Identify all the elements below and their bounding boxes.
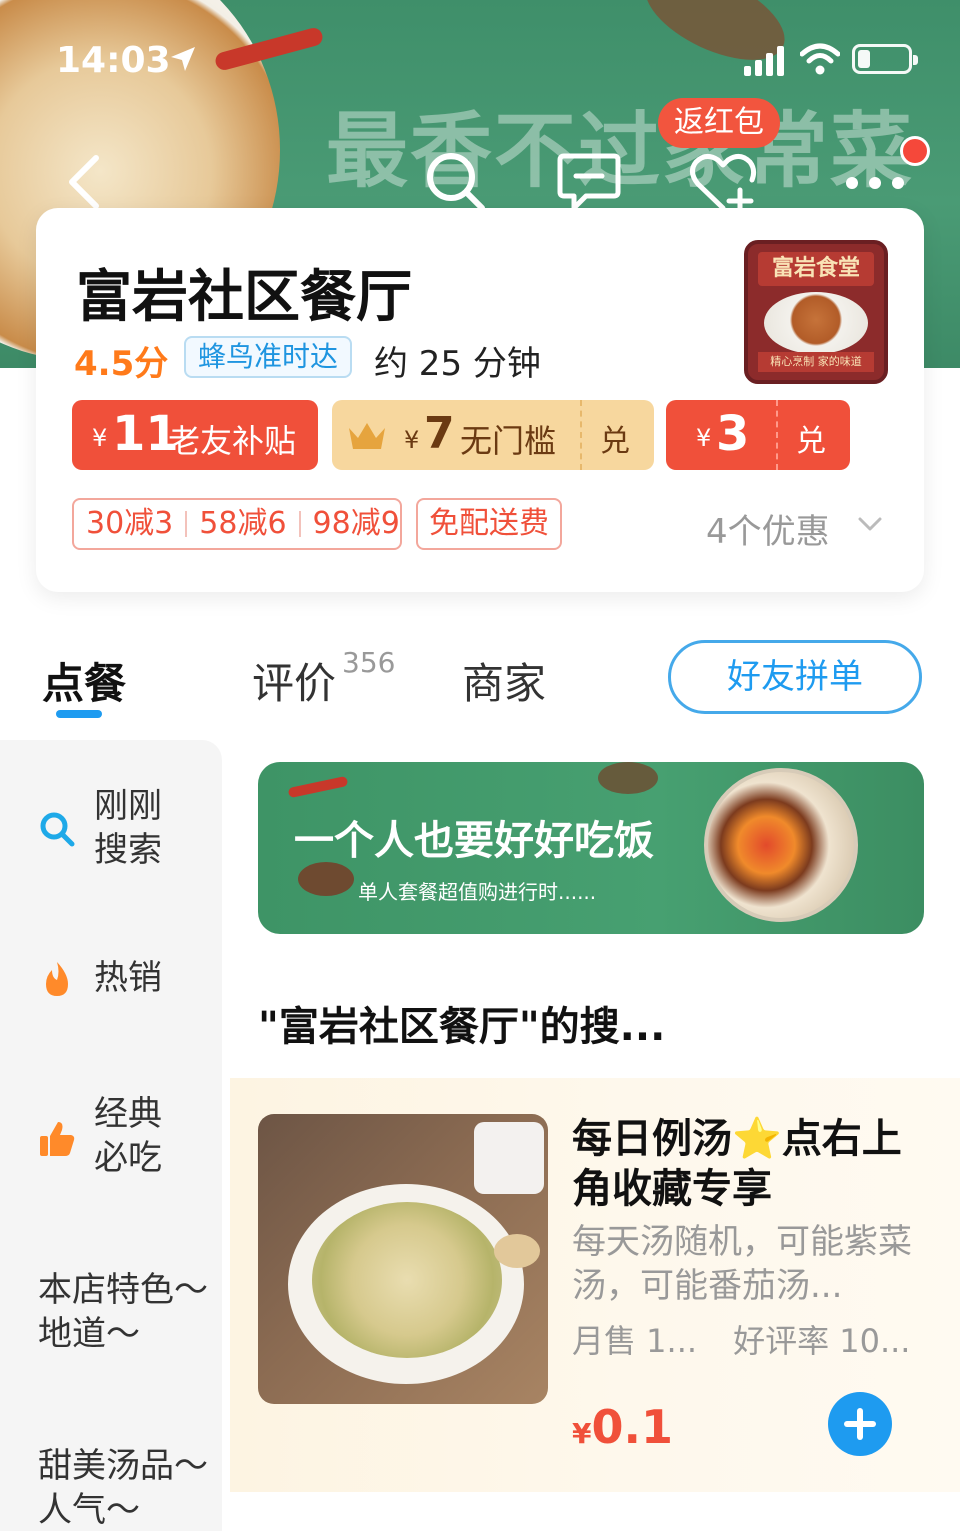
sidebar-item-label: 经典必吃 — [94, 1094, 162, 1178]
tab-reviews[interactable]: 评价 356 — [252, 646, 395, 711]
search-icon — [40, 812, 75, 847]
delivery-eta: 约 25 分钟 — [374, 344, 541, 384]
coupon-amount: 3 — [716, 406, 750, 462]
signal-icon — [744, 46, 784, 76]
sidebar-item-classic[interactable]: 经典必吃 — [0, 1092, 222, 1192]
shop-rating: 4.5分 — [74, 344, 169, 384]
product-title: 每日例汤⭐点右上角收藏专享 — [572, 1114, 912, 1214]
sidebar-item-label: 本店特色～地道～ — [38, 1270, 208, 1354]
coupon-no-threshold[interactable]: ¥ 7 无门槛 兑 — [332, 400, 654, 470]
sidebar-item-soups[interactable]: 甜美汤品～人气～ — [0, 1444, 222, 1531]
coupon-friend-subsidy[interactable]: ¥ 11 老友补贴 — [72, 400, 318, 470]
product-stats: 月售 1... 好评率 10... — [572, 1316, 910, 1362]
product-card[interactable]: 每日例汤⭐点右上角收藏专享 每天汤随机，可能紫菜汤，可能番茄汤... 月售 1.… — [230, 1078, 960, 1492]
search-results-title: "富岩社区餐厅"的搜... — [258, 1004, 666, 1050]
crown-icon — [349, 423, 385, 449]
shop-logo-caption: 精心烹制 家的味道 — [758, 352, 874, 372]
discount-tier: 98减9 — [298, 509, 412, 539]
shop-logo-dish — [764, 292, 868, 354]
coupon-currency: ¥ — [404, 426, 420, 454]
positive-rate: 好评率 10... — [733, 1322, 911, 1360]
product-image[interactable] — [258, 1114, 548, 1404]
product-title-part: 每日例汤 — [572, 1116, 732, 1162]
price-value: 0.1 — [591, 1400, 673, 1454]
status-bar: 14:03 — [0, 30, 960, 90]
ontime-badge: 蜂鸟准时达 — [184, 336, 353, 378]
banner-subtitle: 单人套餐超值购进行时...... — [358, 880, 597, 904]
mug-decoration — [474, 1122, 544, 1194]
product-price: ¥0.1 — [572, 1400, 673, 1454]
coupon-divider — [776, 400, 778, 470]
shop-name: 富岩社区餐厅 — [76, 265, 412, 330]
flame-icon — [46, 962, 68, 996]
banner-title: 一个人也要好好吃饭 — [294, 818, 654, 864]
product-description: 每天汤随机，可能紫菜汤，可能番茄汤... — [572, 1222, 912, 1306]
offers-expand[interactable]: 4个优惠 — [706, 504, 830, 553]
free-delivery-badge: 免配送费 — [416, 498, 562, 550]
message-icon[interactable] — [556, 150, 622, 214]
wifi-icon — [800, 43, 840, 75]
more-icon[interactable] — [840, 168, 910, 198]
coupon-redeem-button[interactable]: 兑 — [600, 416, 630, 460]
soup — [312, 1202, 502, 1358]
sidebar-item-label: 热销 — [94, 958, 162, 998]
search-icon[interactable] — [424, 150, 488, 214]
coupon-label: 无门槛 — [460, 422, 557, 460]
shop-logo-text: 富岩食堂 — [758, 252, 874, 286]
tab-active-indicator — [56, 710, 102, 718]
tab-merchant[interactable]: 商家 — [462, 650, 546, 711]
chevron-down-icon[interactable] — [858, 514, 882, 534]
coupon-divider — [580, 400, 582, 470]
category-sidebar: 刚刚搜索 热销 经典必吃 本店特色～地道～ 甜美汤品～人气～ — [0, 740, 222, 1531]
notification-dot — [900, 136, 930, 166]
discount-tier: 30减3 — [86, 506, 174, 541]
discount-tiers: 30减3 58减6 98减9 — [72, 498, 402, 550]
add-to-cart-button[interactable] — [828, 1392, 892, 1456]
chili-decoration — [287, 775, 349, 799]
favorite-icon[interactable] — [688, 150, 758, 214]
coupon-redeem-button[interactable]: 兑 — [796, 416, 826, 460]
battery-icon — [852, 44, 918, 74]
coupon-three-yuan[interactable]: ¥ 3 兑 — [666, 400, 850, 470]
price-currency: ¥ — [572, 1417, 592, 1450]
tab-order[interactable]: 点餐 — [42, 650, 126, 711]
reviews-count: 356 — [342, 646, 396, 679]
coupon-amount: 7 — [424, 408, 455, 459]
sidebar-item-hot[interactable]: 热销 — [0, 956, 222, 1016]
location-arrow-icon — [171, 47, 195, 71]
spoon-decoration — [598, 762, 658, 794]
coupon-currency: ¥ — [696, 424, 712, 452]
coupon-currency: ¥ — [92, 424, 108, 452]
spoon-decoration — [494, 1234, 540, 1268]
thumbs-up-icon — [40, 1122, 75, 1156]
monthly-sales: 月售 1... — [572, 1322, 698, 1360]
promo-banner[interactable]: 一个人也要好好吃饭 单人套餐超值购进行时...... — [258, 762, 924, 934]
group-order-button[interactable]: 好友拼单 — [668, 640, 922, 714]
sidebar-item-label: 甜美汤品～人气～ — [38, 1446, 208, 1530]
spoon-decoration — [298, 862, 354, 896]
back-icon[interactable] — [64, 150, 104, 214]
coupon-label: 老友补贴 — [168, 422, 297, 460]
discount-tier: 58减6 — [185, 509, 298, 539]
banner-meal-photo — [704, 768, 858, 922]
sidebar-item-specialty[interactable]: 本店特色～地道～ — [0, 1268, 222, 1368]
status-time: 14:03 — [56, 40, 171, 81]
sidebar-item-label: 刚刚搜索 — [94, 786, 162, 870]
shop-logo[interactable]: 富岩食堂 精心烹制 家的味道 — [744, 240, 888, 384]
tab-reviews-label: 评价 — [252, 659, 337, 708]
sidebar-item-recent-search[interactable]: 刚刚搜索 — [0, 784, 222, 914]
shop-info-card: 富岩社区餐厅 富岩食堂 精心烹制 家的味道 4.5分 蜂鸟准时达 约 25 分钟… — [36, 208, 924, 592]
red-packet-badge[interactable]: 返红包 — [658, 98, 780, 148]
star-icon: ⭐ — [732, 1116, 782, 1162]
